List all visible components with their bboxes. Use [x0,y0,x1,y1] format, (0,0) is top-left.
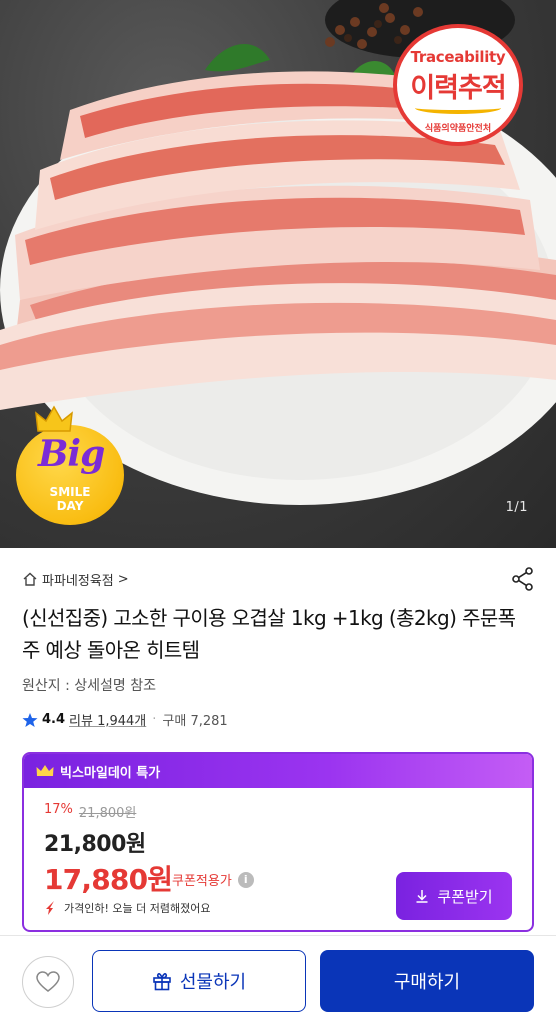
product-image-gallery[interactable]: Traceability 이력추적 식품의약품안전처 Big SMILE DAY… [0,0,556,548]
big-smile-day-big: Big [38,433,105,475]
store-chevron: > [117,571,129,587]
coupon-note-label: 쿠폰적용가 [172,874,232,889]
deal-header-label: 빅스마일데이 특가 [60,765,161,781]
purchase-count: 구매 7,281 [162,714,228,729]
deal-body: 17% 21,800원 21,800원 17,880원 쿠폰적용가 i 가격인하… [24,788,532,930]
big-smile-day-smile: SMILE [49,485,91,499]
reviews-link[interactable]: 리뷰 1,944개 [69,710,146,729]
original-price: 21,800원 [78,806,137,821]
deal-header: 빅스마일데이 특가 [24,754,532,788]
buy-button-label: 구매하기 [393,972,461,993]
get-coupon-label: 쿠폰받기 [437,887,493,906]
price-drop-note: 가격인하! 오늘 더 저렴해졌어요 [44,900,210,916]
image-counter: 1/1 [505,500,528,515]
crown-icon [36,765,54,776]
gift-button[interactable]: 선물하기 [92,950,306,1012]
buy-button[interactable]: 구매하기 [320,950,534,1012]
store-link[interactable]: 파파네정육점 > [22,569,129,589]
separator-dot: · [152,712,157,727]
traceability-badge: Traceability 이력추적 식품의약품안전처 [393,24,523,146]
bottom-action-bar: 선물하기 구매하기 [0,935,556,1024]
traceability-badge-swoosh [415,102,501,114]
traceability-badge-organization: 식품의약품안전처 [424,124,492,134]
heart-icon [36,971,60,992]
crown-icon [35,405,73,432]
store-name: 파파네정육점 [42,573,114,589]
big-smile-day-day: DAY [56,499,84,513]
download-icon [416,890,428,903]
rating-row: 4.4 리뷰 1,944개 · 구매 7,281 [22,710,228,729]
rating-score: 4.4 [42,712,66,727]
wishlist-button[interactable] [22,956,74,1008]
deal-box: 빅스마일데이 특가 17% 21,800원 21,800원 17,880원 쿠폰… [22,752,534,932]
price-drop-label: 가격인하! 오늘 더 저렴해졌어요 [64,902,211,915]
get-coupon-button[interactable]: 쿠폰받기 [396,872,512,920]
product-title: (신선집중) 고소한 구이용 오겹살 1kg +1kg (총2kg) 주문폭주 … [22,606,516,662]
coupon-price: 17,880원 [44,863,173,896]
discount-row: 17% 21,800원 [44,802,136,821]
coupon-note: 쿠폰적용가 i [172,870,254,889]
discount-rate: 17% [44,802,73,817]
share-icon[interactable] [510,566,536,592]
star-icon [22,712,38,727]
product-origin: 원산지 : 상세설명 참조 [22,678,156,694]
big-smile-day-label: SMILE DAY [16,485,124,513]
big-smile-day-badge: Big SMILE DAY [16,403,128,525]
sale-price: 21,800원 [44,832,146,857]
arrow-down-icon [46,901,54,915]
info-icon[interactable]: i [237,871,254,888]
traceability-badge-english: Traceability [410,48,506,66]
gift-icon [153,973,171,991]
traceability-badge-korean: 이력추적 [410,73,506,104]
gift-button-label: 선물하기 [179,972,247,993]
home-icon [23,572,37,586]
